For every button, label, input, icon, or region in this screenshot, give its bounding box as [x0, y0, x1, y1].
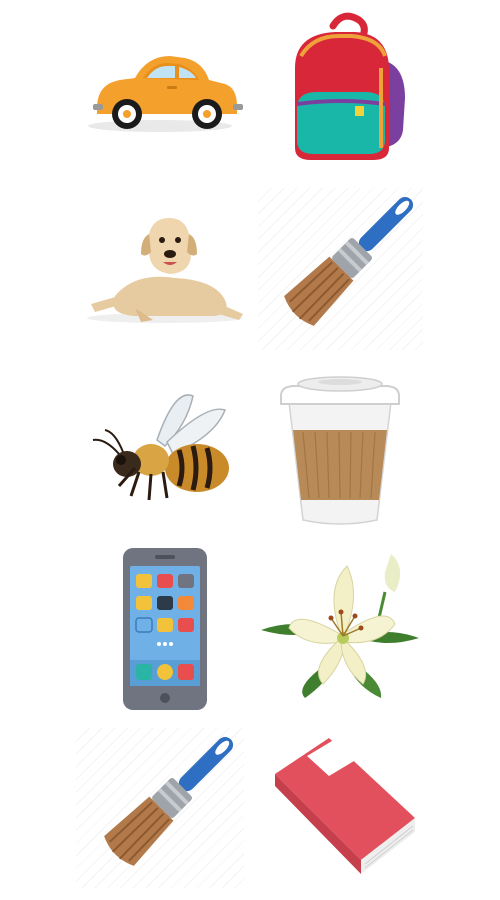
coffee-cup-icon — [280, 375, 400, 525]
paintbrush-icon — [284, 196, 414, 326]
coffee-cup-tile — [250, 365, 430, 535]
lily-icon — [261, 553, 419, 698]
paintbrush-tile — [250, 185, 430, 355]
smartphone-icon — [123, 547, 207, 710]
car-icon — [88, 55, 243, 132]
paintbrush-tile — [70, 725, 250, 895]
bee-icon — [92, 393, 229, 500]
dog-tile — [70, 185, 250, 355]
backpack-icon — [295, 12, 405, 160]
image-grid — [0, 0, 500, 900]
book-icon — [275, 737, 415, 874]
smartphone-tile — [70, 545, 250, 715]
backpack-tile — [250, 5, 430, 175]
dog-icon — [87, 217, 243, 323]
car-tile — [70, 5, 250, 175]
paintbrush-icon — [104, 736, 234, 866]
bee-tile — [70, 365, 250, 535]
book-tile — [250, 725, 430, 895]
lily-tile — [250, 545, 430, 715]
